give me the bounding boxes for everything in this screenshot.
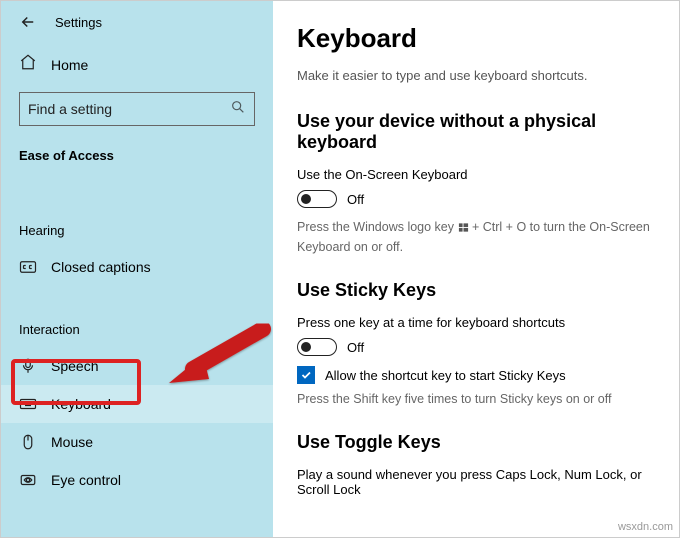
sidebar-item-speech[interactable]: Speech bbox=[1, 347, 273, 385]
page-title: Keyboard bbox=[297, 23, 665, 54]
osk-hint: Press the Windows logo key + Ctrl + O to… bbox=[297, 218, 665, 256]
toggle-field-label: Play a sound whenever you press Caps Loc… bbox=[297, 467, 665, 497]
sidebar-item-keyboard[interactable]: Keyboard bbox=[1, 385, 273, 423]
sidebar-item-home[interactable]: Home bbox=[1, 43, 273, 86]
page-subtitle: Make it easier to type and use keyboard … bbox=[297, 68, 665, 83]
group-ease-of-access: Ease of Access bbox=[1, 140, 273, 173]
home-icon bbox=[19, 53, 37, 76]
keyboard-icon bbox=[19, 395, 37, 413]
sidebar: Settings Home Ease of Access Hearing Clo… bbox=[1, 1, 273, 537]
eye-control-icon bbox=[19, 471, 37, 489]
section-sticky-title: Use Sticky Keys bbox=[297, 280, 665, 301]
sidebar-item-label: Mouse bbox=[51, 434, 93, 450]
osk-toggle[interactable] bbox=[297, 190, 337, 208]
osk-field-label: Use the On-Screen Keyboard bbox=[297, 167, 665, 182]
sidebar-item-label: Speech bbox=[51, 358, 98, 374]
mouse-icon bbox=[19, 433, 37, 451]
sticky-field-label: Press one key at a time for keyboard sho… bbox=[297, 315, 665, 330]
window-title: Settings bbox=[55, 15, 102, 30]
back-icon[interactable] bbox=[19, 13, 37, 31]
search-box[interactable] bbox=[19, 92, 255, 126]
sidebar-item-closed-captions[interactable]: Closed captions bbox=[1, 248, 273, 286]
watermark: wsxdn.com bbox=[618, 521, 673, 533]
sticky-hint: Press the Shift key five times to turn S… bbox=[297, 390, 665, 408]
sticky-toggle[interactable] bbox=[297, 338, 337, 356]
sticky-toggle-state: Off bbox=[347, 340, 364, 355]
home-label: Home bbox=[51, 57, 88, 73]
group-interaction: Interaction bbox=[1, 314, 273, 347]
sticky-shortcut-label: Allow the shortcut key to start Sticky K… bbox=[325, 368, 566, 383]
windows-logo-key-icon bbox=[458, 220, 469, 238]
osk-toggle-state: Off bbox=[347, 192, 364, 207]
sidebar-header: Settings bbox=[1, 9, 273, 43]
search-icon bbox=[230, 99, 246, 120]
section-osk-title: Use your device without a physical keybo… bbox=[297, 111, 665, 153]
sidebar-item-label: Closed captions bbox=[51, 259, 151, 275]
closed-captions-icon bbox=[19, 258, 37, 276]
group-hearing: Hearing bbox=[1, 215, 273, 248]
sidebar-item-eye-control[interactable]: Eye control bbox=[1, 461, 273, 499]
sidebar-item-label: Keyboard bbox=[51, 396, 111, 412]
microphone-icon bbox=[19, 357, 37, 375]
sidebar-item-mouse[interactable]: Mouse bbox=[1, 423, 273, 461]
sidebar-item-label: Eye control bbox=[51, 472, 121, 488]
content-pane: Keyboard Make it easier to type and use … bbox=[273, 1, 679, 537]
settings-window: Settings Home Ease of Access Hearing Clo… bbox=[1, 1, 679, 537]
section-toggle-title: Use Toggle Keys bbox=[297, 432, 665, 453]
sticky-shortcut-checkbox[interactable] bbox=[297, 366, 315, 384]
search-input[interactable] bbox=[28, 101, 230, 117]
